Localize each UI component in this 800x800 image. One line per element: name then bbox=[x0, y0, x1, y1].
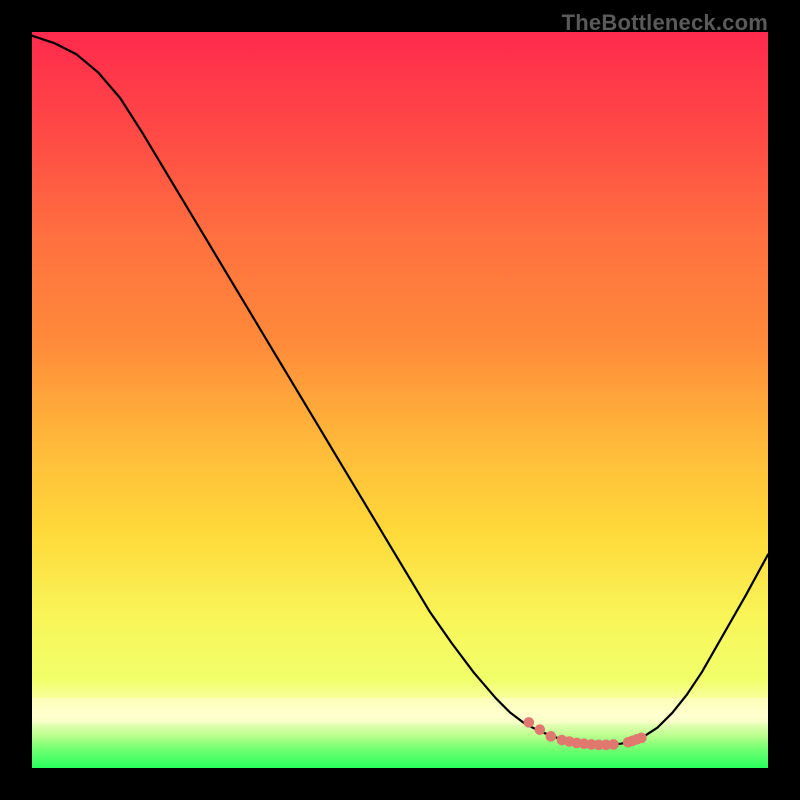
light-band bbox=[32, 698, 768, 724]
chart-container: TheBottleneck.com bbox=[0, 0, 800, 800]
gradient-background bbox=[32, 32, 768, 768]
optimal-marker bbox=[637, 733, 647, 743]
optimal-marker bbox=[524, 718, 534, 728]
chart-svg bbox=[32, 32, 768, 768]
plot-area bbox=[32, 32, 768, 768]
optimal-marker bbox=[609, 740, 619, 750]
optimal-marker bbox=[535, 725, 545, 735]
optimal-marker bbox=[546, 732, 556, 742]
